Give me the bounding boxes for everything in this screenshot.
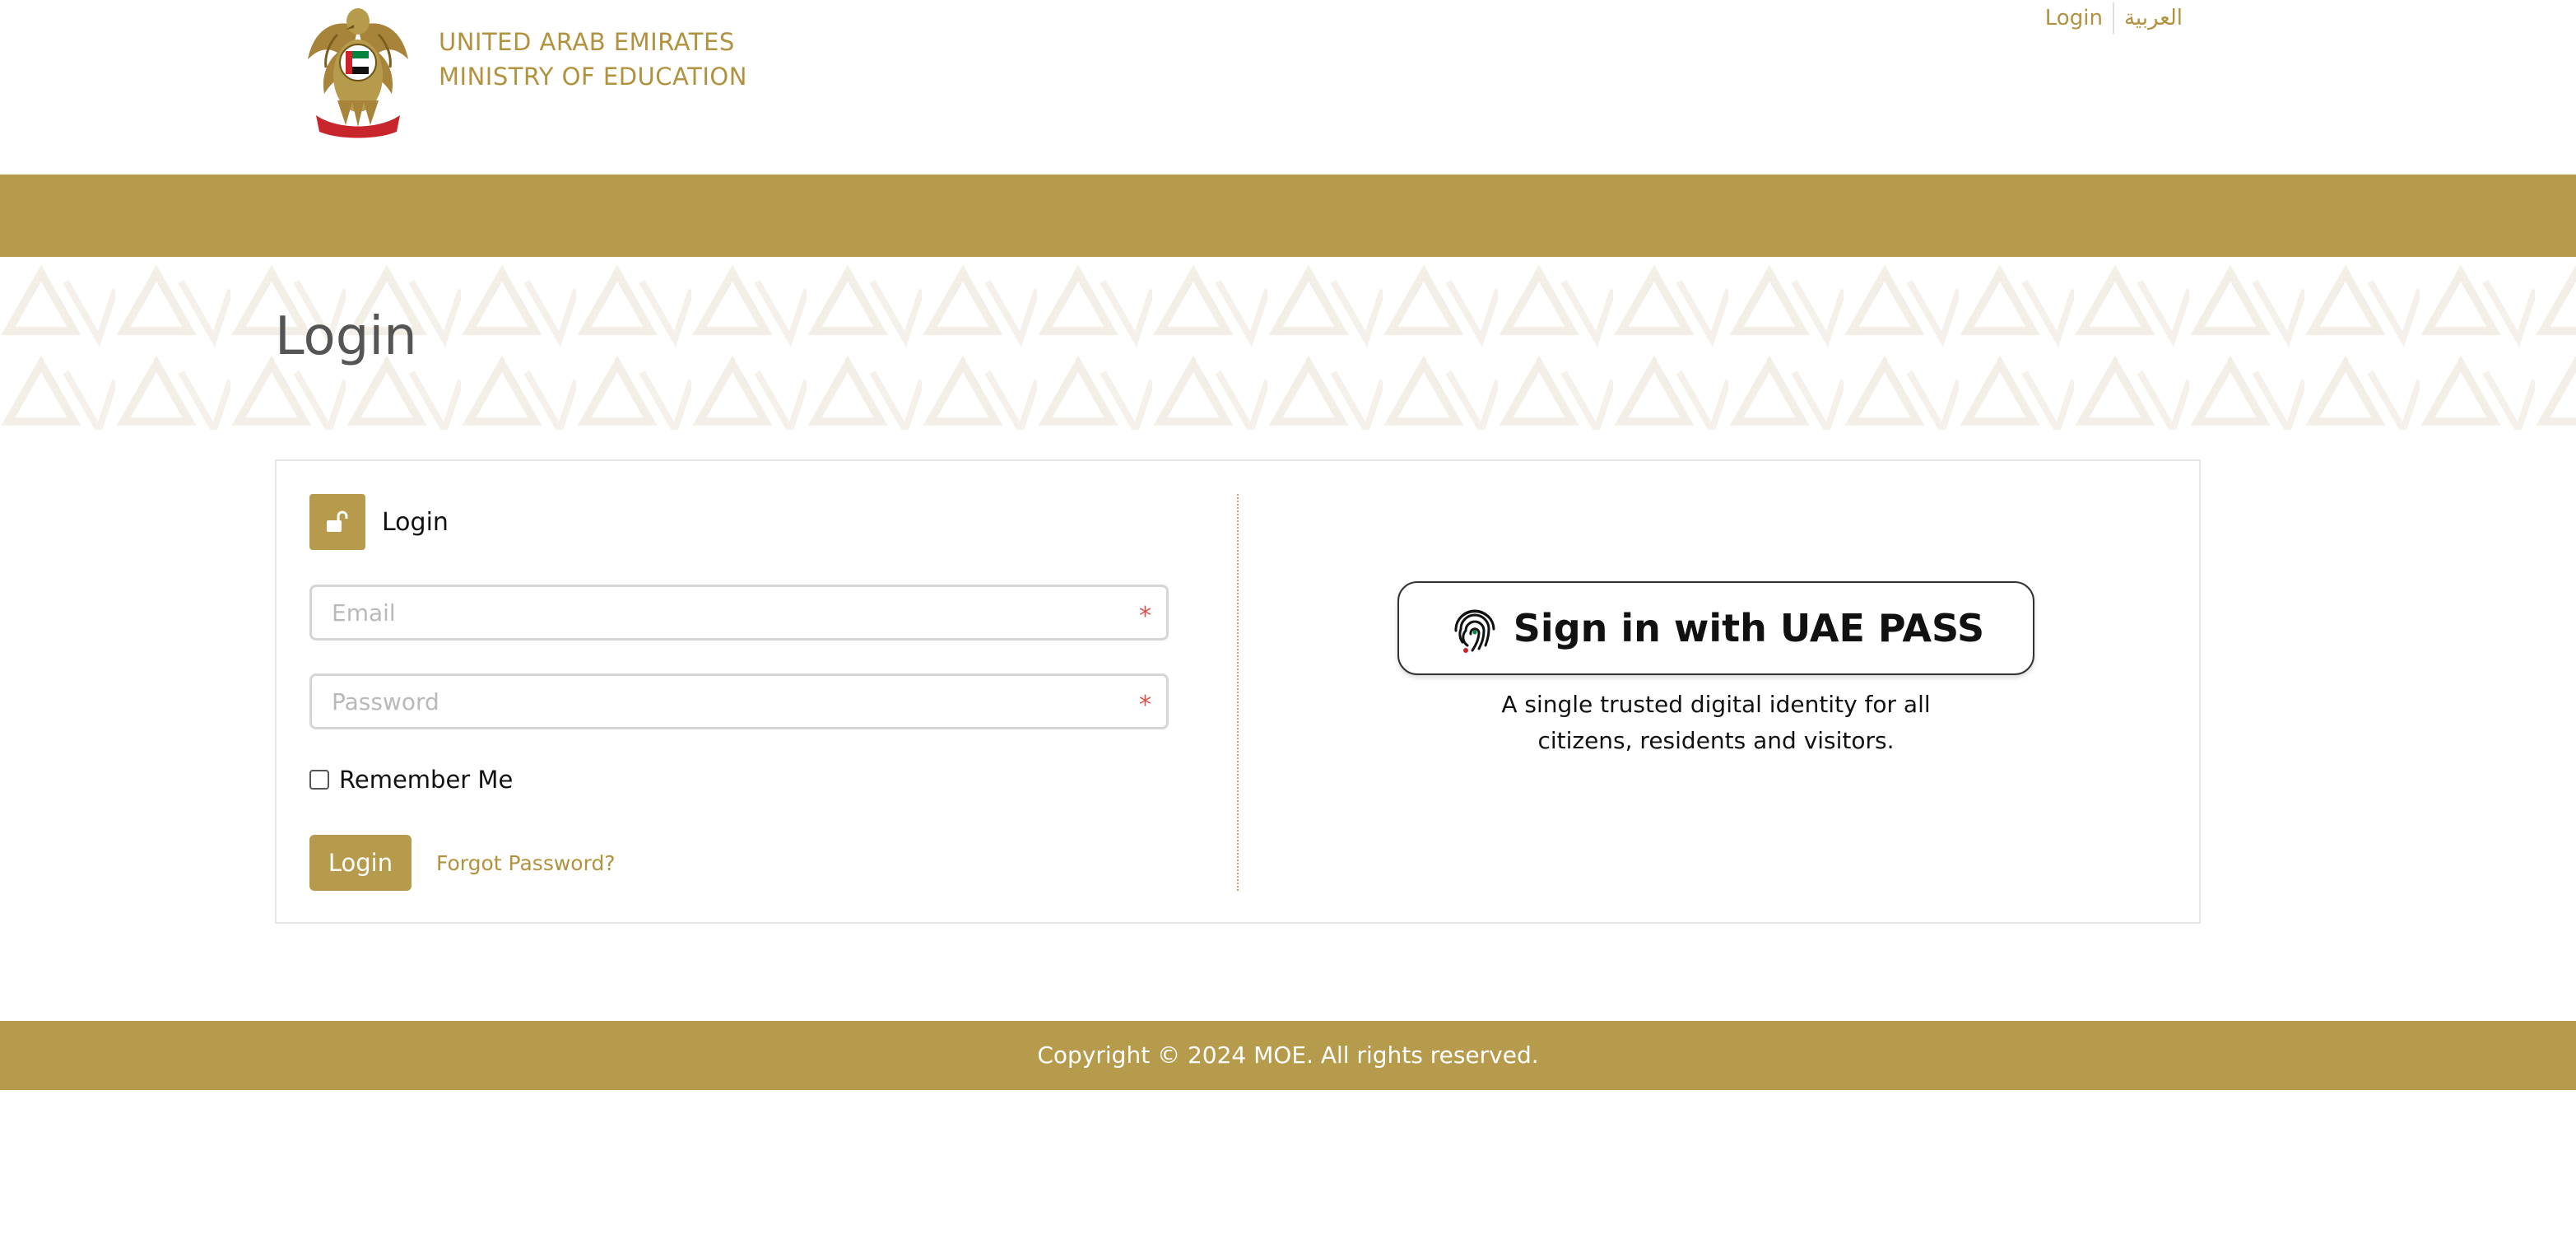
email-input[interactable] <box>312 587 1166 638</box>
uae-pass-button[interactable]: Sign in with UAE PASS <box>1397 581 2034 675</box>
org-name-line1: UNITED ARAB EMIRATES <box>439 28 735 56</box>
column-divider <box>1237 494 1239 891</box>
remember-me-row: Remember Me <box>309 766 513 794</box>
uae-pass-description-line1: A single trusted digital identity for al… <box>1501 691 1931 718</box>
remember-me-checkbox[interactable] <box>309 770 329 790</box>
site-header: UNITED ARAB EMIRATES MINISTRY OF EDUCATI… <box>0 0 2576 175</box>
forgot-password-link[interactable]: Forgot Password? <box>436 851 616 875</box>
navigation-bar <box>0 175 2576 257</box>
email-field-wrapper: * <box>309 585 1169 641</box>
uae-pass-button-label: Sign in with UAE PASS <box>1513 606 1985 650</box>
language-toggle-arabic[interactable]: العربية <box>2114 6 2192 30</box>
password-input[interactable] <box>312 676 1166 727</box>
top-links: Login العربية <box>2035 2 2192 34</box>
header-login-link[interactable]: Login <box>2035 6 2113 30</box>
email-required-mark: * <box>1139 602 1151 631</box>
site-footer: Copyright © 2024 MOE. All rights reserve… <box>0 1021 2576 1090</box>
login-form-title: Login <box>382 507 449 537</box>
page-title: Login <box>275 306 417 367</box>
uae-emblem-icon <box>308 8 408 138</box>
fingerprint-icon <box>1454 609 1495 653</box>
copyright-text: Copyright © 2024 MOE. All rights reserve… <box>1037 1041 1539 1069</box>
password-field-wrapper: * <box>309 673 1169 729</box>
login-card: Login * * Remember Me Login Forgot Passw… <box>275 459 2201 924</box>
organization-name: UNITED ARAB EMIRATES MINISTRY OF EDUCATI… <box>439 25 747 94</box>
remember-me-label[interactable]: Remember Me <box>339 766 513 794</box>
org-name-line2: MINISTRY OF EDUCATION <box>439 63 747 91</box>
uae-pass-description-line2: citizens, residents and visitors. <box>1537 727 1895 754</box>
unlock-icon <box>309 494 365 550</box>
password-required-mark: * <box>1139 691 1151 720</box>
login-button[interactable]: Login <box>309 835 412 891</box>
login-form-header: Login <box>309 494 449 550</box>
uae-pass-description: A single trusted digital identity for al… <box>1397 687 2034 759</box>
